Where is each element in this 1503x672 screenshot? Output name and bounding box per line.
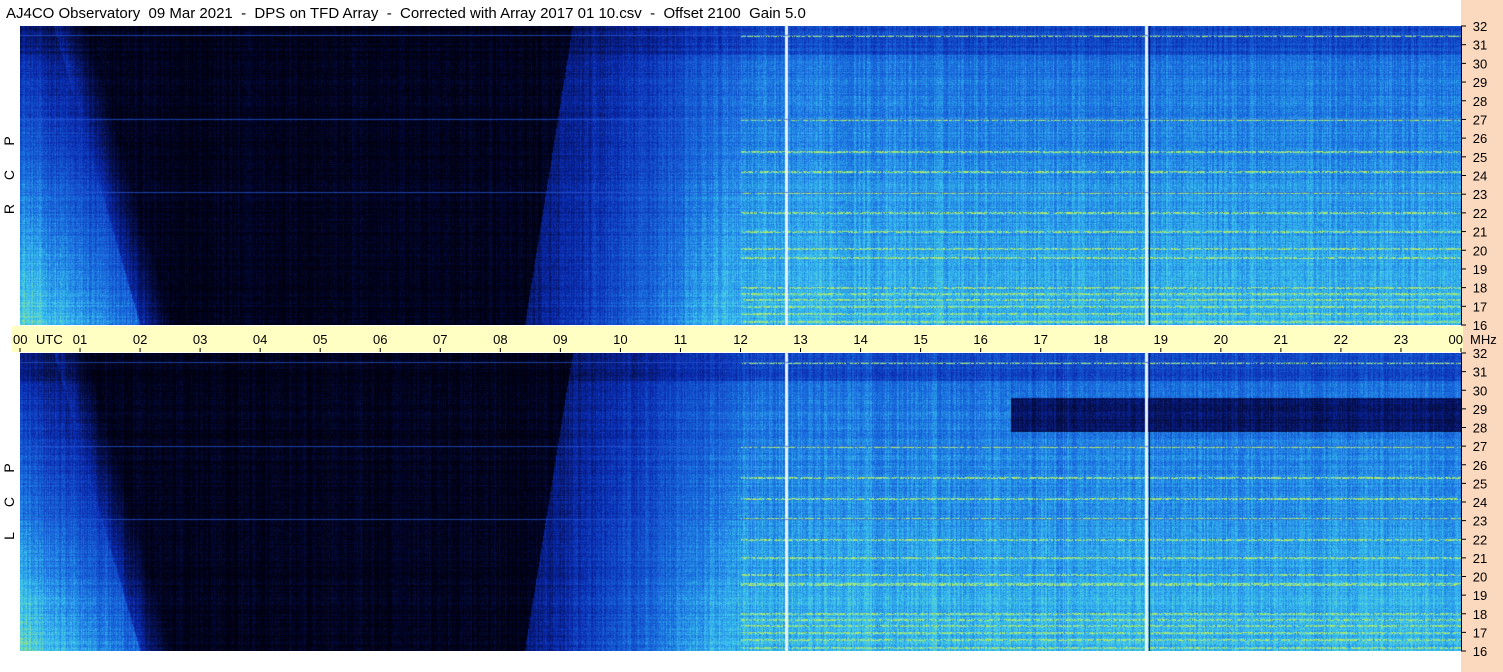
y-tick-label: 25 (1473, 476, 1487, 491)
y-tick-label: 18 (1473, 607, 1487, 622)
x-tick-label: 22 (1334, 332, 1348, 347)
y-tick-label: 17 (1473, 625, 1487, 640)
y-tick-label: 18 (1473, 281, 1487, 296)
x-tick-label: 15 (913, 332, 927, 347)
x-tick-label: 10 (613, 332, 627, 347)
x-tick-label: 14 (853, 332, 867, 347)
y-tick-label: 27 (1473, 439, 1487, 454)
x-tick-label: 18 (1094, 332, 1108, 347)
x-tick-label: 00 (1449, 332, 1463, 347)
y-tick-label: 27 (1473, 112, 1487, 127)
y-tick-label: 30 (1473, 56, 1487, 71)
y-tick-label: 24 (1473, 495, 1487, 510)
y-tick-label: 28 (1473, 94, 1487, 109)
y-tick-label: 28 (1473, 421, 1487, 436)
x-tick-label: 19 (1154, 332, 1168, 347)
x-tick-label: 09 (553, 332, 567, 347)
y-tick-label: 17 (1473, 299, 1487, 314)
y-tick-label: 21 (1473, 551, 1487, 566)
y-tick-label: 22 (1473, 532, 1487, 547)
x-tick-label: 00 (13, 332, 27, 347)
axes-overlay: 00 01 02 03 04 05 06 07 08 09 10 11 12 13 14 15 16 17 18 19… (13, 19, 1497, 659)
x-tick-label: 11 (674, 332, 688, 347)
y-tick-label: 23 (1473, 187, 1487, 202)
x-tick-label: 21 (1274, 332, 1288, 347)
y-tick-label: 31 (1473, 365, 1487, 380)
x-tick-label: 06 (373, 332, 387, 347)
y-tick-label: 29 (1473, 402, 1487, 417)
y-tick-label: 24 (1473, 169, 1487, 184)
y-unit-label: MHz (1470, 332, 1497, 347)
y-tick-label: 19 (1473, 262, 1487, 277)
y-tick-label: 29 (1473, 75, 1487, 90)
x-tick-label: 20 (1214, 332, 1228, 347)
y-tick-label: 23 (1473, 514, 1487, 529)
y-tick-label: 31 (1473, 38, 1487, 53)
x-tick-label: 08 (493, 332, 507, 347)
x-tick-label: 13 (793, 332, 807, 347)
x-tick-label: 23 (1394, 332, 1408, 347)
x-tick-label: 07 (433, 332, 447, 347)
y-tick-label: 22 (1473, 206, 1487, 221)
spectrogram-figure: AJ4CO Observatory 09 Mar 2021 - DPS on T… (0, 0, 1503, 672)
x-tick-label: 03 (193, 332, 207, 347)
x-tick-label: 12 (733, 332, 747, 347)
x-tick-label: 05 (313, 332, 327, 347)
y-tick-label: 19 (1473, 588, 1487, 603)
y-tick-label: 26 (1473, 458, 1487, 473)
x-tick-label: 16 (973, 332, 987, 347)
y-tick-label: 25 (1473, 150, 1487, 165)
x-unit-label: UTC (36, 332, 63, 347)
y-tick-label: 30 (1473, 383, 1487, 398)
x-tick-label: 04 (253, 332, 267, 347)
y-tick-label: 16 (1473, 318, 1487, 333)
y-tick-label: 16 (1473, 644, 1487, 659)
y-tick-label: 32 (1473, 346, 1487, 361)
y-tick-label: 32 (1473, 19, 1487, 34)
y-tick-label: 20 (1473, 570, 1487, 585)
x-tick-label: 02 (133, 332, 147, 347)
y-tick-label: 21 (1473, 225, 1487, 240)
y-tick-label: 26 (1473, 131, 1487, 146)
x-tick-label: 01 (73, 332, 87, 347)
x-tick-label: 17 (1033, 332, 1047, 347)
y-tick-label: 20 (1473, 243, 1487, 258)
